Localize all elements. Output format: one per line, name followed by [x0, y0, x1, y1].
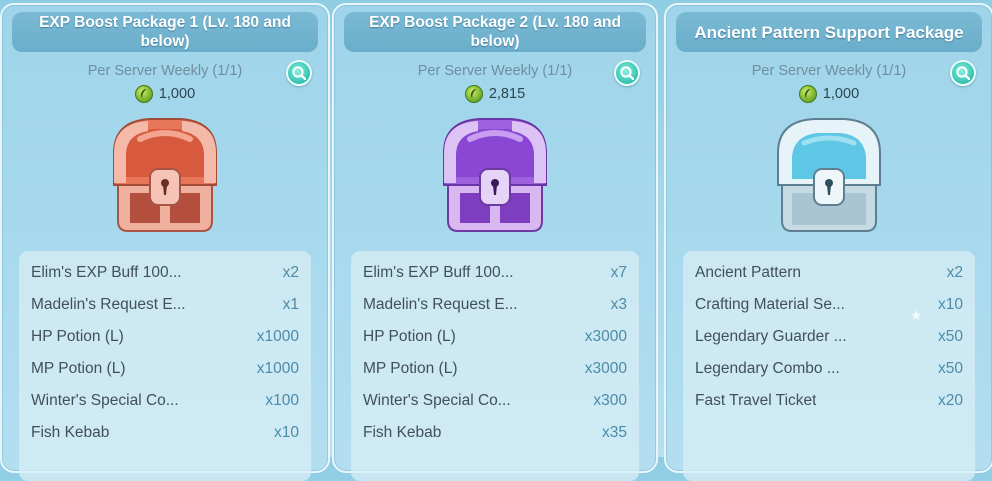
list-item[interactable]: Legendary Guarder ... x50 [695, 326, 963, 348]
item-quantity: x7 [610, 264, 627, 281]
item-name: Fish Kebab [31, 424, 110, 441]
purchase-limit: Per Server Weekly (1/1) [417, 63, 573, 79]
treasure-chest-icon [113, 118, 217, 232]
list-item[interactable]: Madelin's Request E... x1 [31, 294, 299, 316]
list-item[interactable]: MP Potion (L) x3000 [363, 358, 627, 380]
item-name: Legendary Guarder ... [695, 328, 847, 345]
zoom-preview-button[interactable] [950, 60, 976, 86]
zoom-preview-button[interactable] [614, 60, 640, 86]
list-item[interactable]: Ancient Pattern x2 [695, 262, 963, 284]
list-item[interactable]: HP Potion (L) x1000 [31, 326, 299, 348]
list-item[interactable]: Elim's EXP Buff 100... x2 [31, 262, 299, 284]
item-name: Legendary Combo ... [695, 360, 840, 377]
list-item[interactable]: Elim's EXP Buff 100... x7 [363, 262, 627, 284]
magnifier-icon [956, 66, 971, 81]
item-name: Crafting Material Se... [695, 296, 845, 313]
item-quantity: x50 [938, 360, 963, 377]
package-card-3[interactable]: Ancient Pattern Support Package Per Serv… [664, 3, 992, 481]
list-item[interactable]: HP Potion (L) x3000 [363, 326, 627, 348]
item-quantity: x50 [938, 328, 963, 345]
item-name: Fish Kebab [363, 424, 442, 441]
price-value: 1,000 [822, 86, 860, 102]
package-card-2[interactable]: EXP Boost Package 2 (Lv. 180 and below) … [332, 3, 658, 481]
item-name: HP Potion (L) [31, 328, 124, 345]
item-quantity: x1000 [256, 328, 299, 345]
green-gem-coin-icon [798, 85, 817, 103]
green-gem-coin-icon [464, 85, 483, 103]
treasure-chest-icon [777, 118, 881, 232]
item-name: Fast Travel Ticket [695, 392, 817, 409]
list-item[interactable]: Legendary Combo ... x50 [695, 358, 963, 380]
magnifier-icon [620, 66, 635, 81]
list-item[interactable]: Winter's Special Co... x100 [31, 390, 299, 412]
list-item[interactable]: Crafting Material Se... x10 [695, 294, 963, 316]
item-name: Winter's Special Co... [363, 392, 511, 409]
item-name: Elim's EXP Buff 100... [31, 264, 182, 281]
green-gem-coin-icon [134, 85, 153, 103]
item-quantity: x1000 [256, 360, 299, 377]
item-name: MP Potion (L) [363, 360, 458, 377]
item-name: Ancient Pattern [695, 264, 801, 281]
item-quantity: x35 [602, 424, 627, 441]
item-name: HP Potion (L) [363, 328, 456, 345]
sparkle-decoration-icon: ★ [910, 307, 923, 323]
item-quantity: x100 [265, 392, 299, 409]
item-quantity: x2 [282, 264, 299, 281]
package-title: EXP Boost Package 2 (Lv. 180 and below) [344, 12, 646, 52]
item-quantity: x10 [938, 296, 963, 313]
purchase-limit: Per Server Weekly (1/1) [751, 63, 907, 79]
reward-list[interactable]: Elim's EXP Buff 100... x7 Madelin's Requ… [351, 251, 639, 481]
item-name: Winter's Special Co... [31, 392, 179, 409]
list-item[interactable]: MP Potion (L) x1000 [31, 358, 299, 380]
item-quantity: x300 [593, 392, 627, 409]
magnifier-icon [292, 66, 307, 81]
item-name: Elim's EXP Buff 100... [363, 264, 514, 281]
reward-list[interactable]: Ancient Pattern x2 Crafting Material Se.… [683, 251, 975, 481]
purchase-limit: Per Server Weekly (1/1) [87, 63, 243, 79]
list-item[interactable]: Madelin's Request E... x3 [363, 294, 627, 316]
price-value: 2,815 [488, 86, 526, 102]
item-name: MP Potion (L) [31, 360, 126, 377]
item-quantity: x3 [610, 296, 627, 313]
item-quantity: x3000 [584, 360, 627, 377]
price-value: 1,000 [158, 86, 196, 102]
package-card-1[interactable]: EXP Boost Package 1 (Lv. 180 and below) … [0, 3, 330, 481]
price: 2,815 [334, 85, 656, 103]
reward-list[interactable]: Elim's EXP Buff 100... x2 Madelin's Requ… [19, 251, 311, 481]
package-title: Ancient Pattern Support Package [676, 12, 982, 52]
item-quantity: x1 [282, 296, 299, 313]
item-name: Madelin's Request E... [363, 296, 518, 313]
price: 1,000 [2, 85, 328, 103]
item-quantity: x10 [274, 424, 299, 441]
treasure-chest-icon [443, 118, 547, 232]
list-item[interactable]: Fast Travel Ticket x20 [695, 390, 963, 412]
price: 1,000 [666, 85, 992, 103]
zoom-preview-button[interactable] [286, 60, 312, 86]
item-quantity: x2 [946, 264, 963, 281]
package-title: EXP Boost Package 1 (Lv. 180 and below) [12, 12, 318, 52]
item-name: Madelin's Request E... [31, 296, 186, 313]
item-quantity: x20 [938, 392, 963, 409]
list-item[interactable]: Winter's Special Co... x300 [363, 390, 627, 412]
item-quantity: x3000 [584, 328, 627, 345]
list-item[interactable]: Fish Kebab x35 [363, 422, 627, 444]
list-item[interactable]: Fish Kebab x10 [31, 422, 299, 444]
